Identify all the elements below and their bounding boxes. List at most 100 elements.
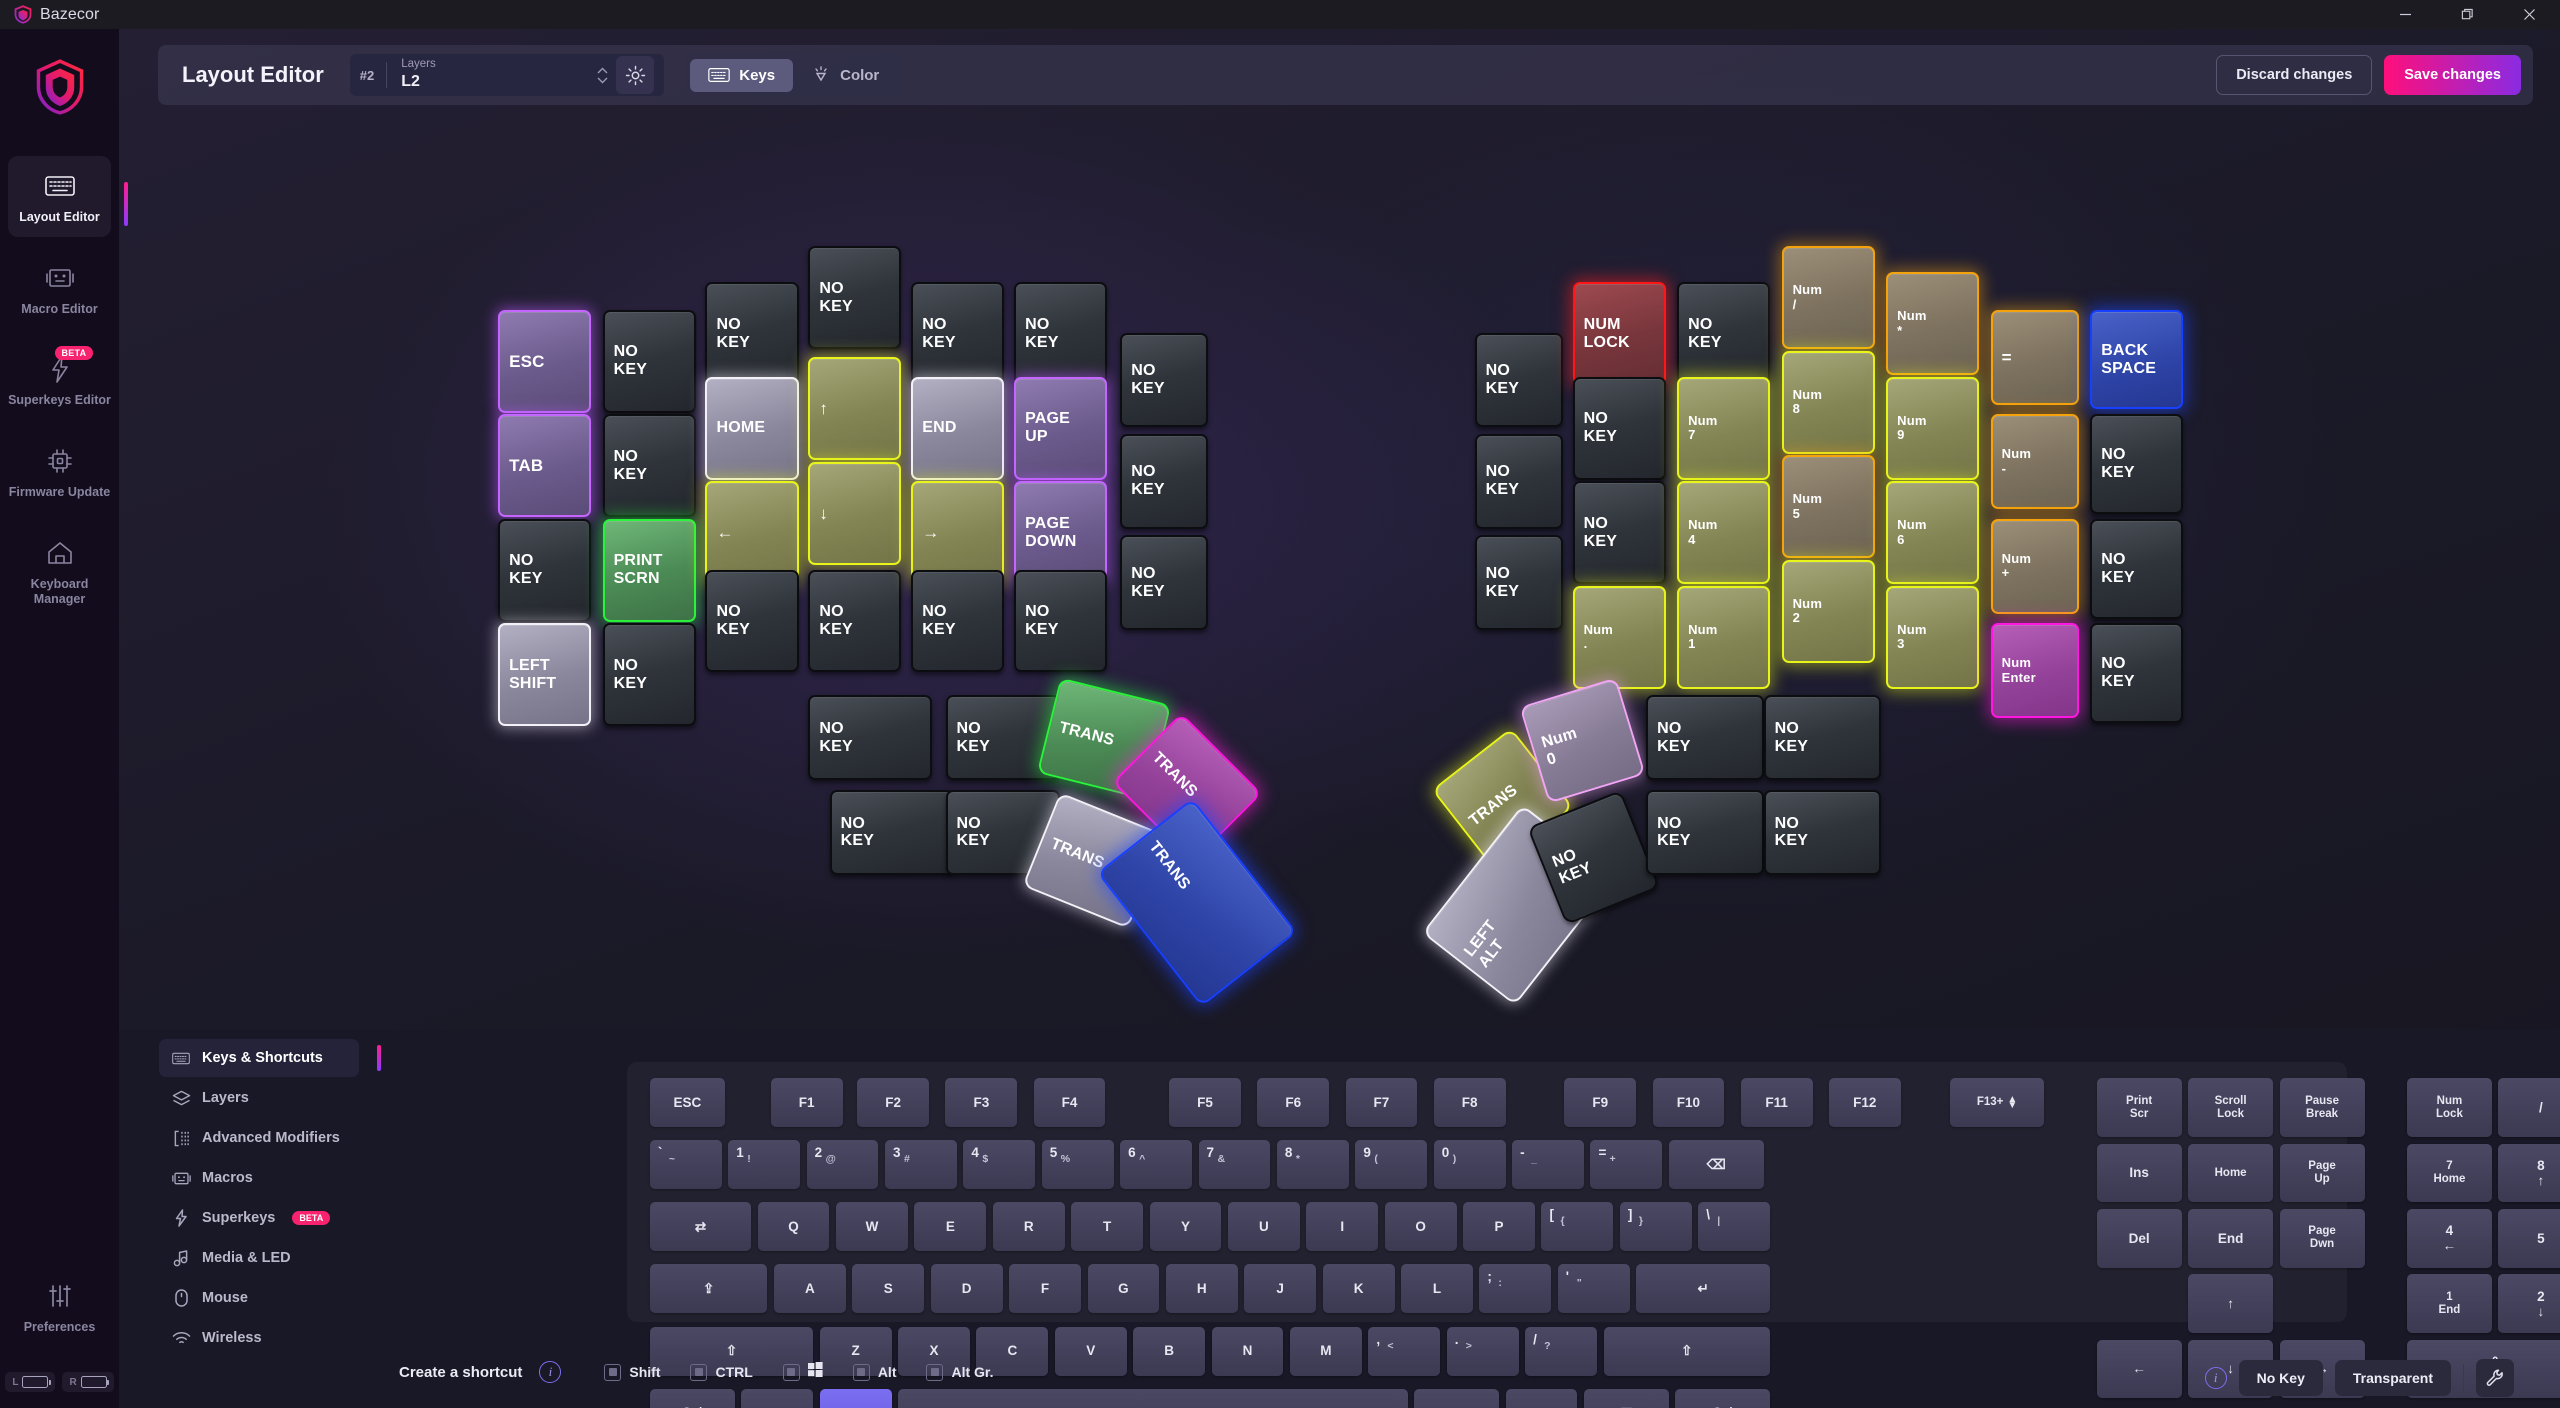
keyboard-key[interactable]: Num 3 [1886,585,1980,689]
keyboard-key[interactable]: ESC [498,309,592,413]
minimize-icon[interactable] [2374,0,2436,29]
close-icon[interactable] [2498,0,2560,29]
keyboard-key[interactable]: → [911,481,1005,585]
keyboard-key[interactable]: Num 7 [1677,376,1771,480]
vk-key[interactable]: K [1322,1264,1395,1314]
keyboard-key[interactable]: NO KEY [911,282,1005,385]
vk-key[interactable]: 5% [1041,1140,1114,1190]
vk-key[interactable]: F2 [857,1078,930,1128]
vk-key[interactable]: G [1087,1264,1160,1314]
vk-key[interactable]: Page Dwn [2279,1208,2365,1268]
vk-key[interactable]: J [1244,1264,1317,1314]
keyboard-key[interactable]: NO KEY [602,309,696,413]
keyboard-key[interactable]: NO KEY [1120,535,1209,630]
vk-key[interactable]: F9 [1564,1078,1637,1128]
vk-key[interactable]: F1 [770,1078,843,1128]
vk-key[interactable]: Print Scr [2096,1078,2182,1138]
checkbox[interactable] [852,1363,870,1381]
keyboard-key[interactable]: NO KEY [1014,569,1108,673]
modifier-chip-alt[interactable]: Alt [852,1362,896,1382]
vk-key[interactable]: Q [757,1202,830,1252]
keyboard-key[interactable]: NO KEY [1763,789,1882,875]
vk-key[interactable]: F12 [1828,1078,1901,1128]
vk-key[interactable]: Del [2096,1208,2182,1268]
sidemenu-item-layers[interactable]: Layers [159,1079,359,1117]
vk-key[interactable]: H [1165,1264,1238,1314]
keyboard-key[interactable]: BACK SPACE [2090,309,2184,410]
keyboard-key[interactable]: Num . [1572,585,1666,689]
vk-key[interactable]: ]} [1619,1202,1692,1252]
modifier-chip-shift[interactable]: Shift [604,1362,660,1382]
keyboard-key[interactable]: NO KEY [602,414,696,518]
vk-key[interactable]: ↵ [1636,1264,1771,1314]
vk-key[interactable]: 1 End [2406,1274,2492,1334]
vk-key[interactable]: 6 ^ [1120,1140,1192,1190]
sidebar-item-preferences[interactable]: Preferences [8,1266,111,1347]
vk-key[interactable]: T [1071,1202,1144,1252]
vk-key[interactable]: 2 ↓ [2498,1274,2560,1334]
vk-key[interactable]: 5 [2498,1208,2560,1268]
vk-key[interactable]: / [2498,1078,2560,1138]
keyboard-key[interactable]: NO KEY [498,518,592,622]
keyboard-key[interactable]: NUM LOCK [1572,282,1666,385]
sidebar-item-macro-editor[interactable]: Macro Editor [8,248,111,329]
vk-key[interactable]: Pause Break [2279,1078,2365,1138]
keyboard-key[interactable]: NO KEY [829,789,954,875]
vk-key[interactable]: ⇪ [649,1264,768,1314]
sidebar-item-layout-editor[interactable]: Layout Editor [8,156,128,237]
checkbox[interactable] [690,1363,708,1381]
keyboard-key[interactable]: NO KEY [1120,332,1209,428]
tab-keys[interactable]: Keys [690,58,794,92]
checkbox[interactable] [926,1363,944,1381]
vk-key[interactable]: S [852,1264,925,1314]
vk-key[interactable]: F10 [1652,1078,1725,1128]
keyboard-key[interactable]: NO KEY [808,569,902,673]
battery-left[interactable]: L [5,1372,56,1392]
keyboard-key[interactable]: LEFT SHIFT [498,623,592,727]
keyboard-key[interactable]: NO KEY [1677,282,1771,385]
modifier-chip-windows[interactable] [782,1362,823,1382]
info-icon[interactable]: i [2204,1367,2227,1389]
sidemenu-item-macros[interactable]: Macros [159,1159,359,1197]
vk-key[interactable]: A [773,1264,846,1314]
keyboard-key[interactable]: NO KEY [1014,282,1108,385]
vk-key[interactable]: ↑ [2188,1274,2274,1334]
maximize-icon[interactable] [2436,0,2498,29]
vk-key[interactable]: = + [1590,1140,1663,1190]
vk-key[interactable]: F4 [1033,1078,1106,1128]
vk-key[interactable]: ⌫ [1668,1140,1764,1190]
vk-key[interactable]: F5 [1169,1078,1241,1128]
vk-key[interactable]: D [930,1264,1003,1314]
sidemenu-item-mouse[interactable]: Mouse [159,1279,359,1317]
checkbox[interactable] [782,1363,800,1381]
wrench-icon[interactable] [2476,1359,2514,1397]
keyboard-key[interactable]: Num + [1990,518,2079,614]
layer-selector[interactable]: #2 Layers L2 [349,54,665,96]
vk-key[interactable]: - _ [1512,1140,1584,1190]
keyboard-key[interactable]: Num / [1781,246,1875,350]
vk-key[interactable]: 2 @ [806,1140,879,1190]
keyboard-key[interactable]: NO KEY [808,695,933,781]
gear-icon[interactable] [616,56,655,94]
vk-key[interactable]: 8 * [1276,1140,1349,1190]
vk-key[interactable]: P [1463,1202,1535,1252]
keyboard-key[interactable]: HOME [705,376,799,480]
vk-key[interactable]: 7 Home [2406,1143,2492,1203]
sidebar-item-superkeys-editor[interactable]: BETA Superkeys Editor [8,339,111,420]
keyboard-key[interactable]: NO KEY [1646,789,1764,875]
vk-key[interactable]: I [1306,1202,1379,1252]
vk-key[interactable]: ESC [649,1078,725,1128]
keyboard-key[interactable]: NO KEY [602,623,696,727]
keyboard-key[interactable]: TAB [498,414,592,518]
keyboard-key[interactable]: NO KEY [2090,414,2184,514]
keyboard-key[interactable]: Num 2 [1781,559,1875,663]
keyboard-key[interactable]: Num 8 [1781,350,1875,454]
keyboard-key[interactable]: NO KEY [2090,518,2184,619]
keyboard-key[interactable]: END [911,376,1005,480]
vk-f13-plus-stepper[interactable]: F13+ ▲ ▼ [1949,1078,2045,1128]
vk-key[interactable]: Ins [2096,1143,2182,1203]
sidebar-item-firmware-update[interactable]: Firmware Update [8,431,111,512]
keyboard-key[interactable]: NO KEY [1572,481,1666,585]
keyboard-key[interactable]: Num - [1990,414,2079,510]
vk-key[interactable]: F [1009,1264,1081,1314]
